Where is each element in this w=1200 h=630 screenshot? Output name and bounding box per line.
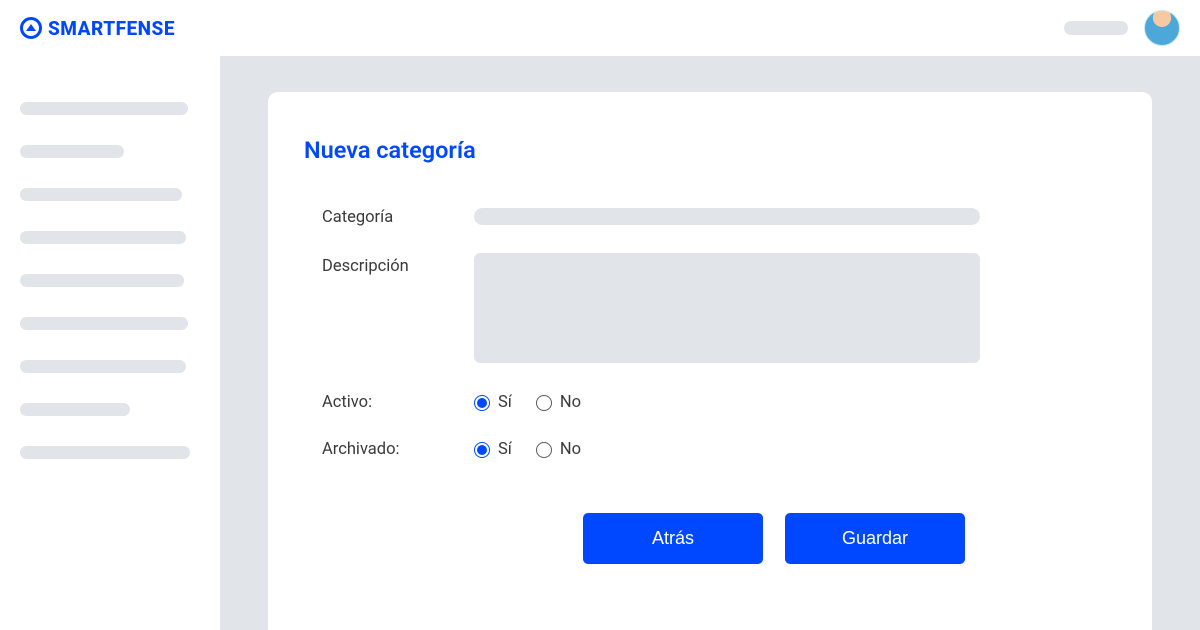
layout: Nueva categoría Categoría Descripción Ac… (0, 56, 1200, 630)
button-row: Atrás Guardar (452, 513, 1096, 564)
main-content: Nueva categoría Categoría Descripción Ac… (220, 56, 1200, 630)
radio-yes-text: Sí (498, 440, 512, 459)
page-title: Nueva categoría (304, 136, 1096, 164)
field-activo: Activo: Sí No (322, 393, 1096, 412)
app-header: SMARTFENSE (0, 0, 1200, 56)
field-archivado: Archivado: Sí No (322, 440, 1096, 459)
archivado-label: Archivado: (322, 440, 474, 459)
radio-icon (474, 395, 490, 411)
activo-no-option[interactable]: No (536, 393, 581, 412)
sidebar-item[interactable] (20, 360, 186, 373)
category-form: Categoría Descripción Activo: Sí (304, 204, 1096, 564)
back-button[interactable]: Atrás (583, 513, 763, 564)
header-right (1064, 10, 1180, 46)
radio-icon (474, 442, 490, 458)
brand-name: SMARTFENSE (48, 17, 175, 40)
sidebar-item[interactable] (20, 274, 184, 287)
radio-icon (536, 395, 552, 411)
field-descripcion: Descripción (322, 253, 1096, 363)
sidebar-item[interactable] (20, 317, 188, 330)
sidebar-item[interactable] (20, 446, 190, 459)
categoria-input[interactable] (474, 208, 980, 225)
sidebar-item[interactable] (20, 188, 182, 201)
categoria-label: Categoría (322, 204, 474, 227)
archivado-radio-group: Sí No (474, 440, 581, 459)
radio-no-text: No (560, 440, 581, 459)
radio-no-text: No (560, 393, 581, 412)
archivado-yes-option[interactable]: Sí (474, 440, 512, 459)
field-categoria: Categoría (322, 204, 1096, 227)
header-placeholder (1064, 21, 1128, 35)
sidebar-item[interactable] (20, 231, 186, 244)
archivado-no-option[interactable]: No (536, 440, 581, 459)
save-button[interactable]: Guardar (785, 513, 965, 564)
logo-icon (20, 17, 42, 39)
activo-yes-option[interactable]: Sí (474, 393, 512, 412)
radio-yes-text: Sí (498, 393, 512, 412)
activo-radio-group: Sí No (474, 393, 581, 412)
brand-logo[interactable]: SMARTFENSE (20, 17, 175, 40)
sidebar-item[interactable] (20, 403, 130, 416)
activo-label: Activo: (322, 393, 474, 412)
descripcion-textarea[interactable] (474, 253, 980, 363)
avatar[interactable] (1144, 10, 1180, 46)
sidebar-item[interactable] (20, 102, 188, 115)
sidebar-item[interactable] (20, 145, 124, 158)
radio-icon (536, 442, 552, 458)
sidebar (0, 56, 220, 630)
descripcion-label: Descripción (322, 253, 474, 276)
form-card: Nueva categoría Categoría Descripción Ac… (268, 92, 1152, 630)
